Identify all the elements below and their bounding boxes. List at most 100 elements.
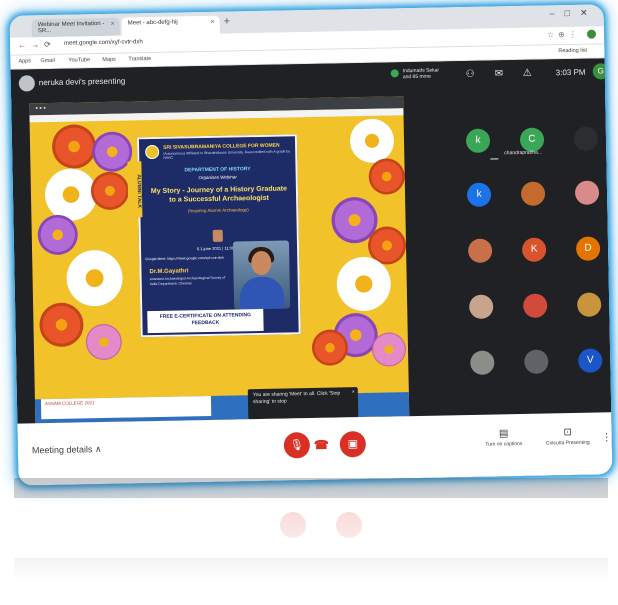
url-field[interactable]: meet.google.com/xyf-cvtr-dxh: [64, 39, 143, 47]
poster-event-type: Organises Webinar: [198, 174, 237, 181]
flower-decoration: [66, 249, 124, 307]
participant-tile[interactable]: [560, 114, 613, 167]
speaker-photo: [232, 240, 291, 310]
captions-button[interactable]: ▤ Turn on captions: [474, 428, 534, 448]
shared-taskbar-icons: ▣▣▣▣▣: [155, 409, 204, 417]
stage: Webinar Meet Invitation - SR... × Meet -…: [0, 0, 618, 605]
poster-speaker: Dr.M.Gayathri: [149, 268, 189, 276]
camera-off-button[interactable]: ▣: [339, 430, 367, 458]
flower-decoration: [336, 256, 392, 312]
browser-tab-1[interactable]: Webinar Meet Invitation - SR... ×: [31, 17, 120, 38]
participant-tile[interactable]: [456, 338, 511, 391]
webinar-poster: SRI SIVASUBRAMANIYA COLLEGE FOR WOMEN (A…: [136, 134, 301, 338]
captions-icon: ▤: [498, 428, 509, 440]
participant-avatar: [470, 350, 495, 375]
participant-avatar: [573, 126, 599, 151]
mic-off-button[interactable]: 🎙: [283, 432, 311, 459]
flower-decoration: [371, 332, 407, 367]
poster-speaker-desc: Assistant Archaeologist Archaeological S…: [149, 275, 226, 287]
self-avatar[interactable]: G: [592, 63, 609, 80]
close-icon[interactable]: ×: [211, 19, 215, 26]
participant-tile[interactable]: [509, 281, 564, 334]
hangup-icon[interactable]: ☎: [314, 438, 329, 452]
close-icon[interactable]: ×: [111, 21, 115, 28]
flower-decoration: [85, 323, 123, 361]
meet-controlbar: Meeting details ∧ 🎙 ☎ ▣ ▤ Turn on caption…: [17, 412, 613, 486]
participant-avatar: [520, 181, 546, 206]
participant-avatar: [468, 294, 494, 319]
participant-avatar: [467, 238, 493, 263]
sharing-notice-text: You are sharing 'Meet' to all. Click 'St…: [252, 390, 341, 406]
chat-icon[interactable]: ✉: [495, 68, 504, 79]
poster-topic: (Inspiring Alumni Archaeology): [187, 207, 249, 214]
bookmark-translate[interactable]: Translate: [128, 56, 151, 62]
tab-1-label: Webinar Meet Invitation - SR...: [37, 20, 105, 35]
participant-tile[interactable]: C: [506, 115, 561, 168]
bookmark-gmail[interactable]: Gmail: [40, 58, 54, 64]
presenter-avatar: [18, 75, 35, 92]
participant-avatar: k: [466, 182, 492, 207]
participant-tile[interactable]: V: [564, 336, 613, 389]
meeting-details-button[interactable]: Meeting details ∧: [32, 444, 102, 456]
flower-decoration: [39, 302, 84, 348]
reflection: [14, 478, 608, 598]
participant-tile[interactable]: [563, 280, 613, 333]
bookmark-apps[interactable]: Apps: [18, 58, 31, 64]
window-controls[interactable]: –□✕: [550, 7, 598, 19]
meet-window: neruka devi's presenting Indumathi Sekar…: [10, 58, 613, 486]
certificate-banner: FREE E-CERTIFICATE ON ATTENDING FEEDBACK: [147, 308, 264, 334]
poster-small-image: [212, 229, 223, 242]
participant-avatar: [574, 180, 600, 205]
flower-decoration: [90, 171, 130, 211]
nav-buttons[interactable]: ←→⟳: [18, 40, 56, 50]
flower-decoration: [44, 168, 98, 222]
screenshot-card: Webinar Meet Invitation - SR... × Meet -…: [9, 4, 613, 486]
pinned-avatar: [390, 69, 399, 78]
participant-avatar: D: [575, 236, 601, 261]
people-icon[interactable]: ⚇: [466, 69, 475, 80]
flower-decoration: [311, 329, 349, 366]
flower-decoration: [91, 131, 133, 173]
poster-college-sub: (Autonomous) Affiliated to Bharathidasan…: [163, 149, 291, 160]
participant-tile[interactable]: k: [452, 116, 507, 169]
pinned-name: Indumathi Sekar and 85 more: [402, 67, 440, 81]
participant-tile[interactable]: [454, 226, 509, 279]
browser-tab-2[interactable]: Meet - abc-defg-hij ×: [121, 15, 220, 36]
bookmark-youtube[interactable]: YouTube: [68, 57, 90, 63]
participant-tile[interactable]: D: [562, 224, 613, 277]
present-button[interactable]: ⊡ Colcutta Presenting: [538, 427, 598, 447]
participant-tile[interactable]: [507, 169, 562, 222]
participant-avatar: [576, 292, 602, 317]
bookmark-maps[interactable]: Maps: [102, 57, 116, 63]
speaking-indicator: [490, 158, 499, 160]
present-icon: ⊡: [563, 427, 572, 439]
participant-avatar: V: [578, 348, 603, 373]
college-logo: [145, 144, 160, 160]
close-icon[interactable]: ×: [352, 389, 355, 396]
profile-icon[interactable]: [586, 29, 597, 40]
alumni-talk-badge: ALUMNI TALK: [127, 161, 143, 218]
poster-title: My Story - Journey of a History Graduate…: [150, 185, 288, 204]
participant-tile[interactable]: k: [453, 170, 508, 223]
flower-decoration: [349, 118, 395, 164]
flower-decoration: [51, 124, 97, 169]
toolbar-icons[interactable]: ☆⊕⋮: [547, 29, 597, 40]
new-tab-button[interactable]: +: [224, 16, 231, 28]
flower-decoration: [37, 214, 79, 256]
flower-decoration: [368, 158, 406, 195]
reading-list[interactable]: Reading list: [558, 48, 587, 55]
tab-2-label: Meet - abc-defg-hij: [127, 19, 178, 27]
participant-tile[interactable]: [561, 168, 613, 221]
sharing-notice: You are sharing 'Meet' to all. Click 'St…: [247, 387, 359, 420]
shared-screen: ● ● ● SRI SIVASUBRAMANIYA COLLEGE FOR WO…: [29, 96, 410, 424]
participant-avatar: K: [521, 237, 547, 262]
participant-tile[interactable]: [455, 282, 510, 335]
active-tile-name: chandraprabha...: [504, 149, 543, 157]
participant-avatar: k: [465, 128, 491, 154]
activities-icon[interactable]: ⚠: [523, 68, 532, 79]
more-options-icon[interactable]: ⋮: [602, 432, 612, 443]
participant-tile[interactable]: [510, 337, 565, 390]
participant-avatar: C: [519, 127, 545, 152]
participant-tile[interactable]: K: [508, 225, 563, 278]
participant-avatar: [524, 349, 549, 374]
